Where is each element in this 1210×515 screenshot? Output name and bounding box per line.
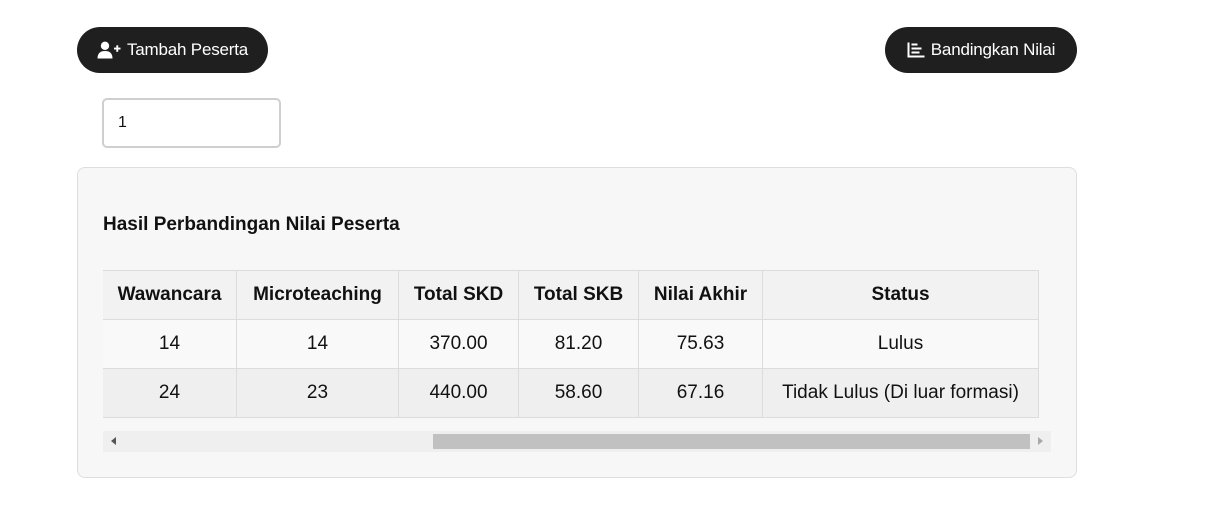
participant-count-input[interactable] <box>102 98 281 148</box>
status-cell: Tidak Lulus (Di luar formasi) <box>762 368 1039 418</box>
comparison-results-panel: Hasil Perbandingan Nilai Peserta Wawanca… <box>77 167 1077 478</box>
column-header: Total SKD <box>398 270 519 320</box>
scroll-left-arrow-icon[interactable] <box>111 437 116 445</box>
horizontal-scrollbar[interactable] <box>103 431 1051 452</box>
table-header-row: Wawancara Microteaching Total SKD Total … <box>103 270 1039 320</box>
table-row: 24 23 440.00 58.60 67.16 Tidak Lulus (Di… <box>103 368 1039 418</box>
status-cell: Lulus <box>762 319 1039 369</box>
table-cell: 370.00 <box>398 319 519 369</box>
column-header: Microteaching <box>236 270 399 320</box>
column-header: Total SKB <box>518 270 639 320</box>
column-header: Status <box>762 270 1039 320</box>
table-cell: 81.20 <box>518 319 639 369</box>
table-cell: 14 <box>236 319 399 369</box>
user-plus-icon <box>97 41 121 59</box>
table-cell: 58.60 <box>518 368 639 418</box>
results-table-scroll: Wawancara Microteaching Total SKD Total … <box>103 270 1051 420</box>
table-row: 14 14 370.00 81.20 75.63 Lulus <box>103 319 1039 369</box>
compare-scores-label: Bandingkan Nilai <box>930 40 1056 59</box>
column-header: Nilai Akhir <box>638 270 763 320</box>
results-table: Wawancara Microteaching Total SKD Total … <box>103 270 1039 418</box>
results-title: Hasil Perbandingan Nilai Peserta <box>103 214 400 235</box>
table-cell: 14 <box>103 319 237 369</box>
compare-scores-button[interactable]: Bandingkan Nilai <box>885 27 1077 73</box>
scrollbar-thumb[interactable] <box>433 434 1030 449</box>
scroll-right-arrow-icon[interactable] <box>1038 437 1043 445</box>
table-cell: 23 <box>236 368 399 418</box>
table-cell: 24 <box>103 368 237 418</box>
column-header: Wawancara <box>103 270 237 320</box>
bar-chart-icon <box>907 42 925 58</box>
table-cell: 440.00 <box>398 368 519 418</box>
add-participant-button[interactable]: Tambah Peserta <box>77 27 268 73</box>
table-cell: 67.16 <box>638 368 763 418</box>
add-participant-label: Tambah Peserta <box>127 40 248 59</box>
table-cell: 75.63 <box>638 319 763 369</box>
